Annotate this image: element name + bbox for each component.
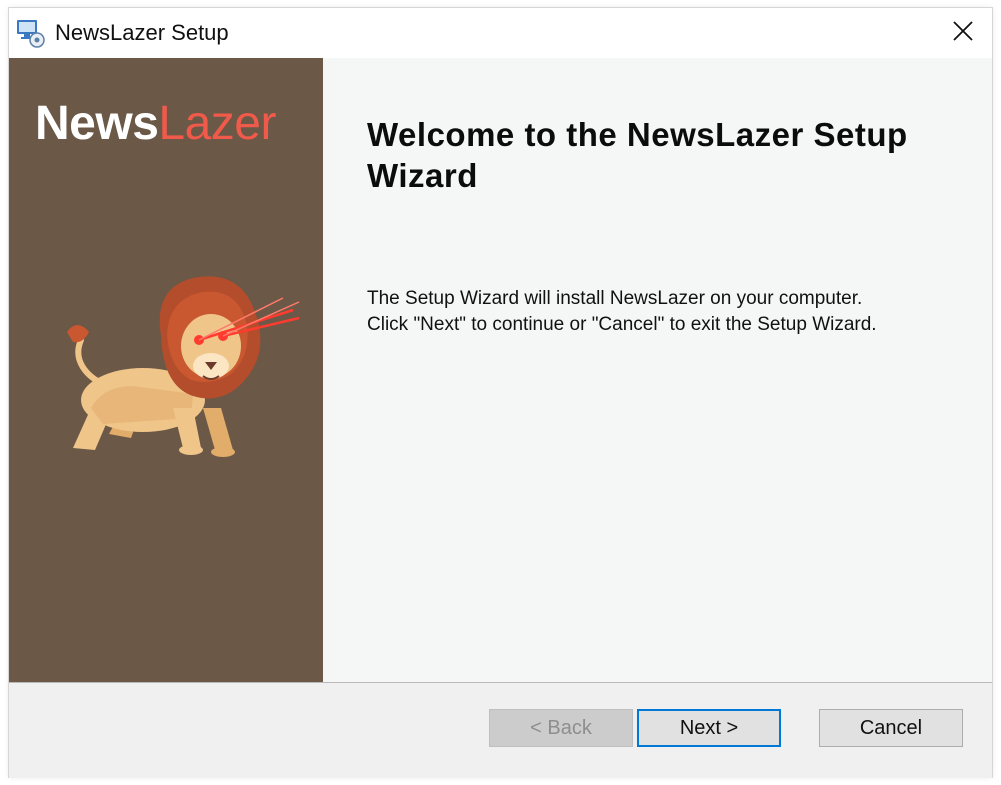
lion-illustration — [67, 276, 300, 457]
welcome-description: The Setup Wizard will install NewsLazer … — [367, 286, 987, 338]
logo-text-news: News — [35, 97, 159, 150]
title-bar: NewsLazer Setup — [9, 8, 992, 58]
wizard-content: Welcome to the NewsLazer Setup Wizard Th… — [323, 58, 992, 682]
close-button[interactable] — [934, 8, 992, 58]
wizard-sidebar: NewsLazer — [9, 58, 323, 682]
button-bar: < Back Next > Cancel — [9, 682, 992, 778]
back-button[interactable]: < Back — [489, 709, 633, 747]
welcome-heading: Welcome to the NewsLazer Setup Wizard — [367, 116, 908, 194]
window-title: NewsLazer Setup — [55, 20, 229, 45]
description-line-2: Click "Next" to continue or "Cancel" to … — [367, 314, 877, 335]
description-line-1: The Setup Wizard will install NewsLazer … — [367, 288, 863, 309]
newslazer-logo: NewsLazer — [35, 96, 276, 152]
logo-text-lazer: Lazer — [158, 97, 276, 150]
close-icon — [952, 20, 974, 47]
cancel-button[interactable]: Cancel — [819, 709, 963, 747]
setup-computer-icon — [14, 17, 46, 49]
next-button[interactable]: Next > — [637, 709, 781, 747]
setup-window: NewsLazer Setup NewsLazer Welcome to the… — [9, 8, 992, 778]
